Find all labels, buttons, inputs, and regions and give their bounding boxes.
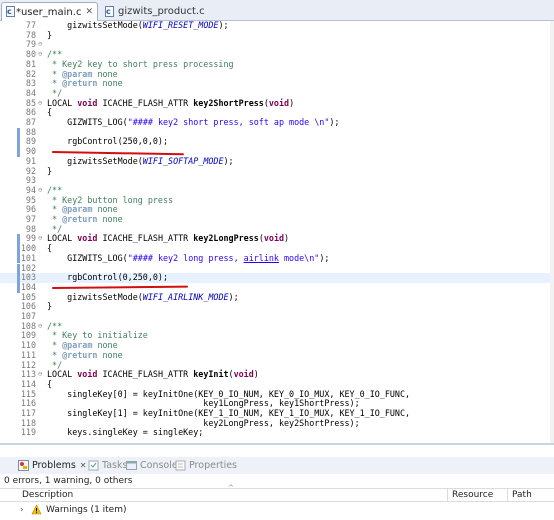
- code-line-79[interactable]: 79 ⊖: [0, 40, 550, 50]
- code-line-91[interactable]: 91 gizwitsSetMode(WIFI_SOFTAP_MODE);: [0, 155, 550, 167]
- fold-toggle-icon[interactable]: ⊖: [38, 40, 46, 50]
- table-header: Description Resource Path ^: [0, 484, 554, 502]
- code-text: GIZWITS_LOG("#### key2 long press, airli…: [47, 252, 330, 263]
- fold-toggle-icon[interactable]: ⊖: [38, 370, 46, 380]
- sort-indicator-icon: ^: [228, 484, 234, 492]
- line-number: 119: [20, 427, 36, 438]
- tab-label: Problems: [32, 460, 76, 471]
- fold-toggle-icon[interactable]: ⊖: [38, 50, 46, 60]
- tab-label: *user_main.c: [15, 6, 82, 18]
- close-icon[interactable]: ✕: [85, 7, 93, 17]
- tab-tasks[interactable]: Tasks: [88, 457, 127, 474]
- fold-toggle-icon[interactable]: ⊖: [38, 234, 46, 244]
- code-text: LOCAL void ICACHE_FLASH_ATTR key2LongPre…: [47, 233, 290, 244]
- code-line-92[interactable]: 92}: [0, 165, 550, 177]
- c-file-icon: c: [104, 5, 115, 18]
- code-line-93[interactable]: 93: [0, 175, 550, 186]
- code-line-78[interactable]: 78}: [0, 29, 550, 41]
- code-line-107[interactable]: 107: [0, 311, 550, 322]
- problems-icon: [18, 460, 29, 471]
- code-line-99[interactable]: 99 ⊖ LOCAL void ICACHE_FLASH_ATTR key2Long…: [0, 233, 550, 245]
- tab-problems[interactable]: Problems ✕: [18, 457, 87, 474]
- code-text: GIZWITS_LOG("#### key2 short press, soft…: [47, 117, 340, 127]
- code-line-101[interactable]: 101 GIZWITS_LOG("#### key2 long press, a…: [0, 252, 550, 264]
- c-file-icon: c: [5, 6, 15, 18]
- code-line-111[interactable]: 111 * @return none: [0, 350, 550, 361]
- code-line-106[interactable]: 106}: [0, 302, 550, 312]
- warnings-group-label: Warnings (1 item): [46, 505, 127, 515]
- tab-label: Properties: [189, 460, 238, 471]
- problems-summary: 0 errors, 1 warning, 0 others: [4, 476, 133, 486]
- code-line-89[interactable]: 89 rgbControl(250,0,0);: [0, 136, 550, 148]
- column-path[interactable]: Path: [508, 489, 554, 502]
- code-text: gizwitsSetMode(WIFI_RESET_MODE);: [47, 21, 229, 30]
- code-text: gizwitsSetMode(WIFI_AIRLINK_MODE);: [47, 291, 239, 302]
- code-editor[interactable]: 77 gizwitsSetMode(WIFI_RESET_MODE); 78} 79…: [0, 21, 554, 443]
- code-text: rgbControl(0,250,0);: [47, 272, 169, 283]
- code-text: keys.singleKey = singleKey;: [47, 427, 204, 438]
- code-line-85[interactable]: 85 ⊖ LOCAL void ICACHE_FLASH_ATTR key2Shor…: [0, 97, 550, 109]
- console-icon: [126, 460, 137, 471]
- code-text: rgbControl(250,0,0);: [47, 136, 169, 147]
- tab-gizwits-product[interactable]: c gizwits_product.c: [101, 2, 211, 21]
- code-text: }: [47, 301, 53, 312]
- column-resource[interactable]: Resource: [448, 489, 508, 502]
- fold-toggle-icon[interactable]: ⊖: [38, 99, 46, 109]
- tab-label: Tasks: [102, 460, 128, 471]
- tab-user-main[interactable]: c *user_main.c ✕: [1, 2, 98, 21]
- code-line-113[interactable]: 113 ⊖ LOCAL void ICACHE_FLASH_ATTR keyInit…: [0, 369, 550, 380]
- panel-tab-bar: Problems ✕ Tasks Console Properties: [0, 457, 554, 474]
- code-text: }: [47, 165, 53, 176]
- code-line-97[interactable]: 97 * @return none: [0, 214, 550, 225]
- code-line-103[interactable]: 103 rgbControl(0,250,0);: [0, 272, 550, 283]
- tab-console[interactable]: Console: [126, 457, 178, 474]
- editor-tab-bar: c *user_main.c ✕ c gizwits_product.c: [0, 0, 554, 21]
- code-line-77[interactable]: 77 gizwitsSetMode(WIFI_RESET_MODE);: [0, 21, 550, 31]
- code-line-87[interactable]: 87 GIZWITS_LOG("#### key2 short press, s…: [0, 117, 550, 128]
- tab-properties[interactable]: Properties: [175, 457, 237, 474]
- code-text: gizwitsSetMode(WIFI_SOFTAP_MODE);: [47, 155, 234, 166]
- table-row[interactable]: › Warnings (1 item): [0, 503, 554, 517]
- problems-view: Problems ✕ Tasks Console Properties 0 er…: [0, 443, 554, 518]
- fold-toggle-icon[interactable]: ⊖: [38, 322, 46, 332]
- vertical-scrollbar[interactable]: [550, 21, 554, 443]
- tab-label: Console: [140, 460, 178, 471]
- code-line-83[interactable]: 83 * @return none: [0, 78, 550, 89]
- code-line-119[interactable]: 119 keys.singleKey = singleKey;: [0, 428, 550, 438]
- code-text: LOCAL void ICACHE_FLASH_ATTR keyInit(voi…: [47, 369, 259, 380]
- expand-chevron-icon[interactable]: ›: [20, 503, 24, 517]
- tab-label: gizwits_product.c: [118, 6, 205, 17]
- code-line-105[interactable]: 105 gizwitsSetMode(WIFI_AIRLINK_MODE);: [0, 291, 550, 303]
- properties-icon: [175, 460, 186, 471]
- close-icon[interactable]: ✕: [80, 461, 87, 470]
- fold-toggle-icon[interactable]: ⊖: [38, 186, 46, 196]
- code-text: }: [47, 29, 53, 40]
- code-text: LOCAL void ICACHE_FLASH_ATTR key2ShortPr…: [47, 97, 295, 108]
- tasks-icon: [88, 460, 99, 471]
